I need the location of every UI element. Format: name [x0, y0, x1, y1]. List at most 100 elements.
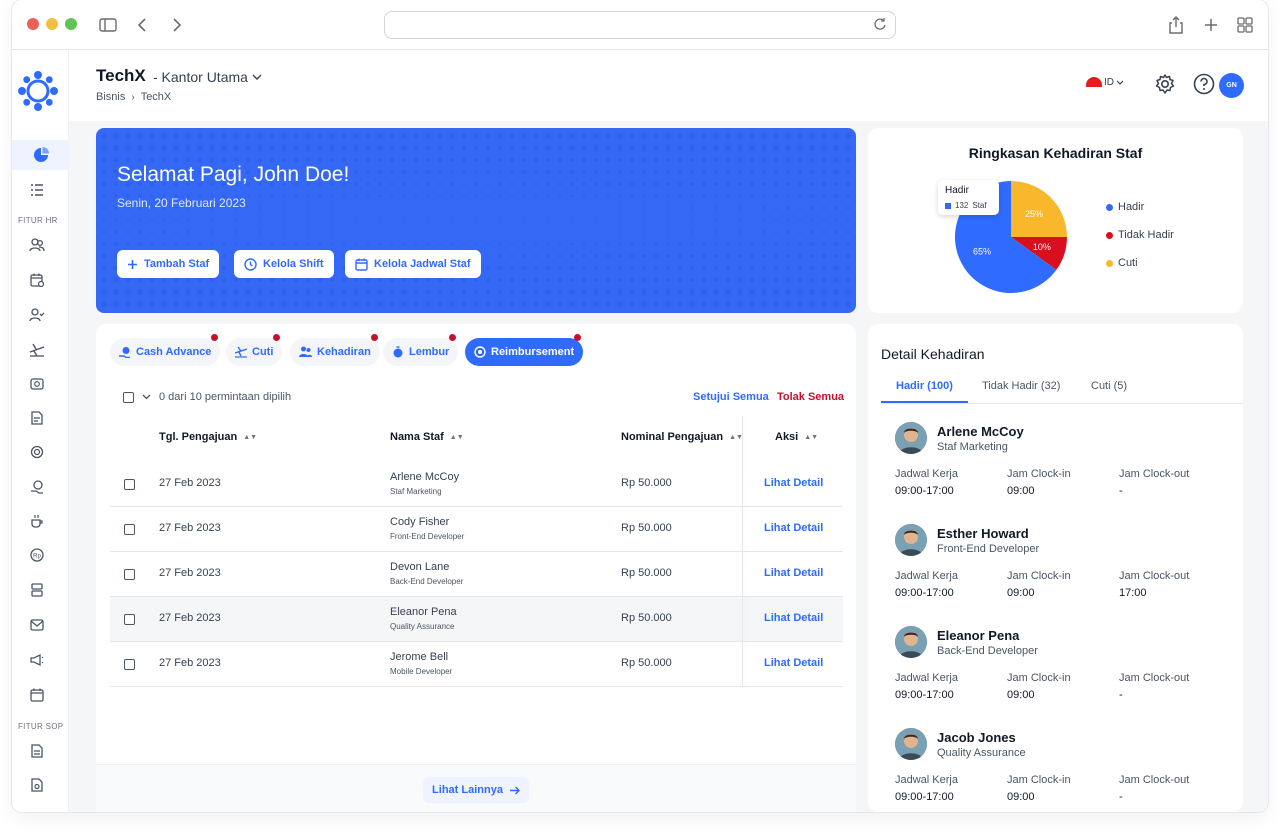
address-bar[interactable] [384, 11, 896, 39]
row-checkbox[interactable] [124, 569, 135, 580]
file-text-icon [31, 744, 43, 758]
minimize-window-button[interactable] [46, 18, 58, 30]
view-detail-link[interactable]: Lihat Detail [764, 477, 823, 489]
attendance-list-item[interactable]: Arlene McCoy Staf Marketing Jadwal Kerja Ja… [868, 422, 1243, 522]
column-header-action[interactable]: Aksi ▲▼ [775, 431, 818, 443]
tab-absent[interactable]: Tidak Hadir (32) [982, 380, 1060, 392]
view-detail-link[interactable]: Lihat Detail [764, 522, 823, 534]
sidebar-item-sop-settings[interactable] [26, 774, 48, 796]
legend-label: Cuti [1118, 257, 1138, 269]
requests-card: Cash Advance Cuti Kehadiran Lembur Reimb [96, 324, 856, 812]
sidebar-item-organization[interactable] [26, 579, 48, 601]
breadcrumb-item[interactable]: Bisnis [96, 91, 125, 103]
person-role: Quality Assurance [937, 747, 1026, 759]
chevron-down-icon[interactable] [142, 394, 151, 400]
sidebar-item-sop-document[interactable] [26, 740, 48, 762]
megaphone-icon [30, 653, 44, 667]
row-amount: Rp 50.000 [621, 522, 672, 534]
list-icon [31, 184, 43, 196]
sidebar-item-schedule[interactable] [26, 269, 48, 291]
sidebar-item-cash-advance[interactable] [26, 476, 48, 498]
settings-gear-icon[interactable] [1154, 73, 1178, 97]
tab-reimbursement[interactable]: Reimbursement [465, 334, 584, 366]
column-header-date[interactable]: Tgl. Pengajuan ▲▼ [159, 431, 257, 443]
row-checkbox[interactable] [124, 524, 135, 535]
add-staff-label: Tambah Staf [144, 258, 210, 270]
forward-arrow-icon[interactable] [166, 14, 188, 36]
maximize-window-button[interactable] [65, 18, 77, 30]
tab-label: Reimbursement [491, 346, 575, 358]
sort-icon: ▲▼ [804, 433, 819, 441]
row-checkbox[interactable] [124, 479, 135, 490]
sidebar-item-attendance[interactable] [26, 304, 48, 326]
clock-in-value: 09:00 [1007, 587, 1035, 599]
reject-all-button[interactable]: Tolak Semua [777, 391, 844, 403]
tooltip-value: 132 [955, 201, 969, 210]
row-checkbox[interactable] [124, 659, 135, 670]
column-header-name[interactable]: Nama Staf ▲▼ [390, 431, 464, 443]
view-detail-link[interactable]: Lihat Detail [764, 657, 823, 669]
add-staff-button[interactable]: Tambah Staf [117, 250, 220, 278]
sidebar-item-overtime[interactable] [26, 510, 48, 532]
clock-out-label: Jam Clock-out [1119, 570, 1190, 582]
sidebar-toggle-icon[interactable] [97, 14, 119, 36]
sidebar-item-dashboard[interactable] [12, 140, 69, 170]
plane-icon [29, 343, 45, 357]
attendance-list-item[interactable]: Jacob Jones Quality Assurance Jadwal Kerja… [868, 728, 1243, 812]
schedule-label: Jadwal Kerja [895, 468, 958, 480]
sidebar-item-documents[interactable] [26, 407, 48, 429]
branch-label: - Kantor Utama [153, 69, 248, 85]
branch-selector[interactable]: - Kantor Utama [153, 69, 262, 85]
tab-overtime[interactable]: Lembur [383, 334, 459, 366]
schedule-label: Jadwal Kerja [895, 570, 958, 582]
tooltip-swatch [945, 202, 951, 209]
manage-shift-button[interactable]: Kelola Shift [234, 250, 334, 278]
see-more-button[interactable]: Lihat Lainnya [423, 777, 529, 803]
person-role: Back-End Developer [937, 645, 1038, 657]
row-checkbox[interactable] [124, 614, 135, 625]
share-icon[interactable] [1165, 14, 1187, 36]
attendance-list-item[interactable]: Eleanor Pena Back-End Developer Jadwal Ker… [868, 626, 1243, 726]
language-selector[interactable]: ID [1086, 76, 1124, 88]
attendance-list-item[interactable]: Esther Howard Front-End Developer Jadwal K… [868, 524, 1243, 624]
chart-tooltip: Hadir 132 Staf [938, 180, 999, 215]
sidebar-item-staff[interactable] [26, 234, 48, 256]
greeting-date: Senin, 20 Februari 2023 [117, 196, 246, 210]
app-logo[interactable] [18, 71, 58, 111]
user-avatar[interactable]: GN [1219, 73, 1244, 98]
sidebar-item-reimbursement[interactable] [26, 441, 48, 463]
tab-attendance[interactable]: Kehadiran [290, 334, 380, 366]
tab-present[interactable]: Hadir (100) [896, 380, 953, 392]
new-tab-icon[interactable] [1200, 14, 1222, 36]
back-arrow-icon[interactable] [131, 14, 153, 36]
sidebar-item-payroll[interactable] [26, 373, 48, 395]
person-role: Staf Marketing [937, 441, 1008, 453]
sidebar-item-calendar[interactable] [26, 684, 48, 706]
active-tab-indicator [881, 401, 968, 403]
close-window-button[interactable] [27, 18, 39, 30]
view-detail-link[interactable]: Lihat Detail [764, 567, 823, 579]
row-name: Cody Fisher [390, 516, 450, 528]
sidebar-item-list[interactable] [26, 179, 48, 201]
sidebar-item-leave[interactable] [26, 339, 48, 361]
view-detail-link[interactable]: Lihat Detail [764, 612, 823, 624]
breadcrumb-separator-icon: › [131, 91, 135, 103]
column-header-amount[interactable]: Nominal Pengajuan ▲▼ [621, 431, 743, 443]
sidebar-item-announcement[interactable] [26, 649, 48, 671]
approve-all-button[interactable]: Setujui Semua [693, 391, 769, 403]
row-name: Arlene McCoy [390, 471, 460, 483]
sticky-column-divider [742, 416, 743, 687]
tab-overview-icon[interactable] [1234, 14, 1256, 36]
tab-cash-advance[interactable]: Cash Advance [110, 334, 221, 366]
column-label: Nominal Pengajuan [621, 431, 724, 443]
manage-schedule-button[interactable]: Kelola Jadwal Staf [345, 250, 481, 278]
reload-icon[interactable] [873, 17, 889, 33]
tab-leave[interactable]: Cuti [226, 334, 283, 366]
sidebar-item-salary[interactable]: Rp [26, 544, 48, 566]
sidebar-item-mail[interactable] [26, 614, 48, 636]
select-all-checkbox[interactable] [123, 391, 134, 403]
tab-leave[interactable]: Cuti (5) [1091, 380, 1127, 392]
breadcrumb-item: TechX [140, 91, 172, 103]
legend-label: Tidak Hadir [1118, 229, 1174, 241]
help-icon[interactable] [1193, 73, 1217, 97]
